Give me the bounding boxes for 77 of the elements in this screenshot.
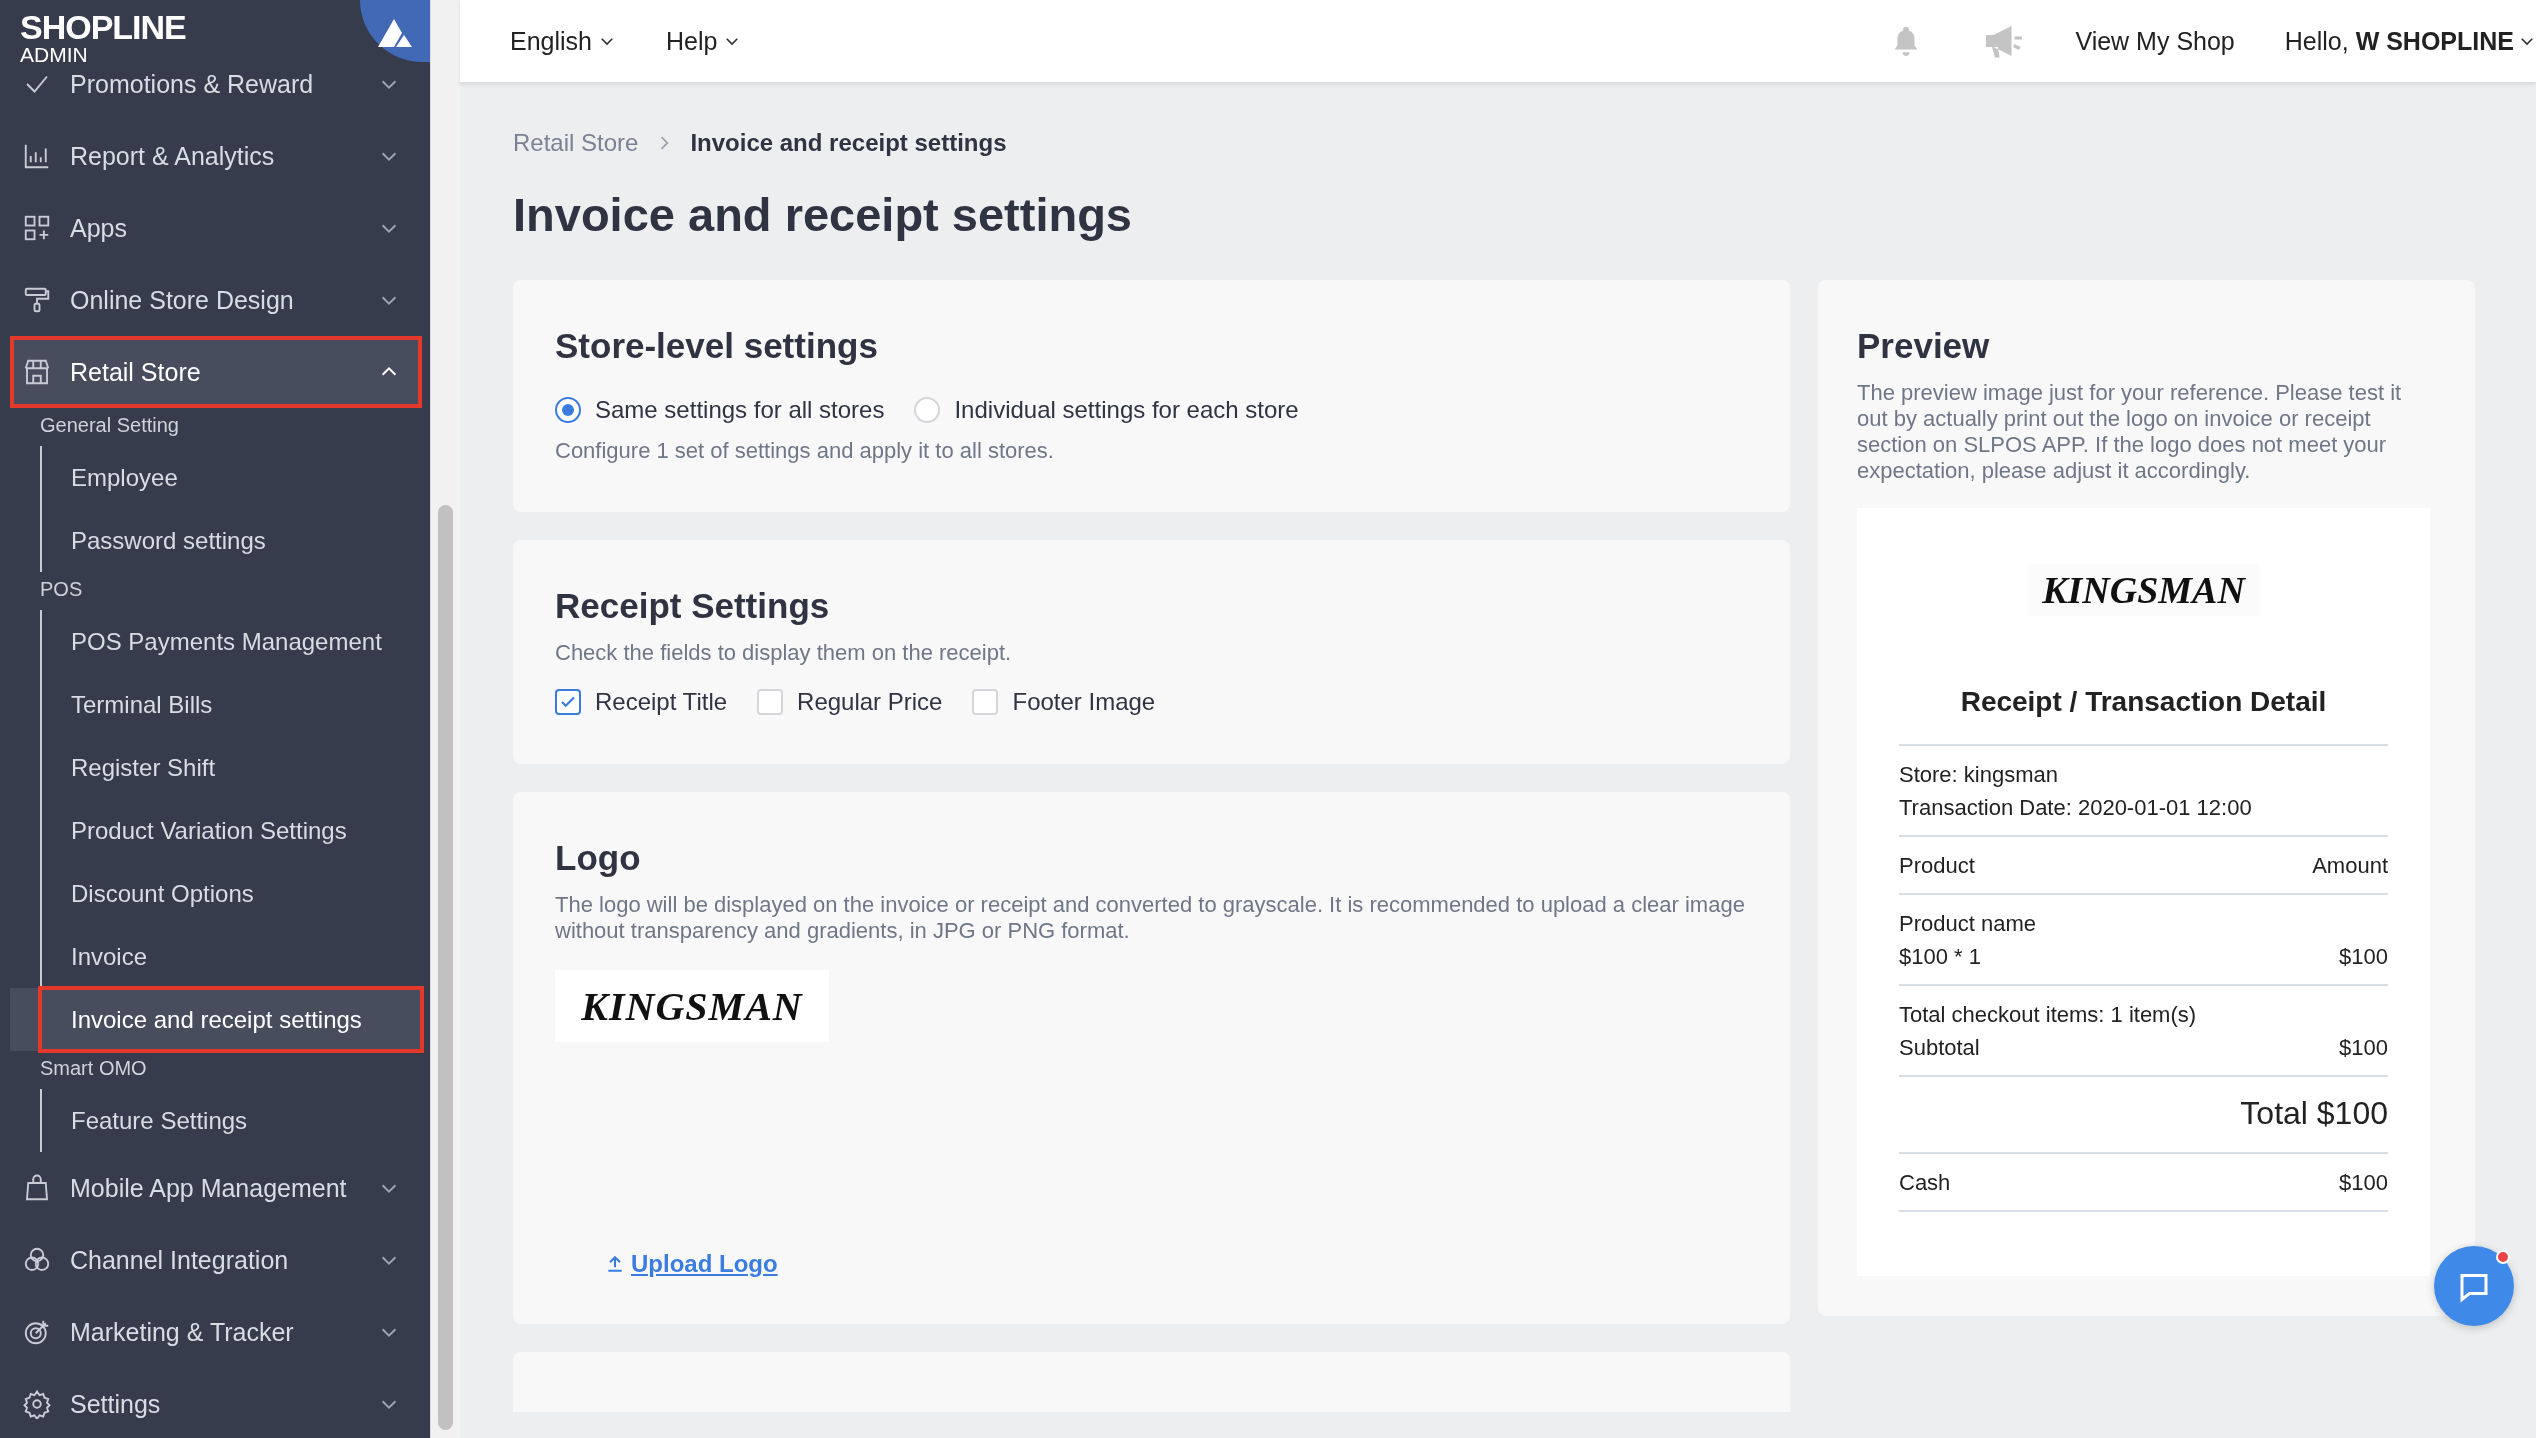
sidebar-menu-item[interactable]: Channel Integration: [0, 1224, 422, 1296]
card-title: Store-level settings: [555, 326, 879, 366]
receipt-text: Product: [1899, 853, 1975, 879]
logo-image: KINGSMAN: [2028, 564, 2259, 616]
receipt-amount: Amount: [2312, 853, 2388, 879]
menu-label: Online Store Design: [70, 285, 295, 315]
receipt-amount: $100: [2339, 944, 2388, 970]
option-label: Footer Image: [1012, 688, 1156, 716]
chat-button[interactable]: [2434, 1246, 2514, 1326]
brand-subtitle: ADMIN: [20, 44, 88, 65]
account-menu[interactable]: Hello, W SHOPLINE: [2284, 26, 2536, 56]
upload-icon: [605, 1254, 625, 1274]
receipt-text: Product name: [1899, 911, 2036, 937]
sidebar-submenu-item[interactable]: Discount Options: [40, 862, 422, 925]
receipt-amount: $100: [2339, 1035, 2388, 1061]
checkbox[interactable]: [555, 689, 581, 715]
checkbox-option[interactable]: Footer Image: [972, 688, 1156, 716]
receipt-text: Cash: [1899, 1170, 1951, 1196]
logo-image: KINGSMAN: [555, 970, 829, 1042]
checkbox-option[interactable]: Receipt Title: [555, 688, 728, 716]
sidebar-menu-item[interactable]: Apps: [0, 192, 422, 264]
sidebar-submenu-item[interactable]: Terminal Bills: [40, 673, 422, 736]
card-title: Preview: [1857, 326, 1991, 366]
scrollbar-thumb[interactable]: [438, 505, 453, 1430]
sidebar-submenu-item[interactable]: Employee: [40, 446, 422, 509]
sidebar-menu-item[interactable]: Report & Analytics: [0, 120, 422, 192]
sidebar-section-heading: Smart OMO: [39, 1056, 148, 1081]
menu-label: Apps: [70, 213, 128, 243]
checkbox-option[interactable]: Regular Price: [757, 688, 943, 716]
gear-icon: [22, 1389, 52, 1419]
apps-icon: [22, 213, 52, 243]
dropdown-menu[interactable]: English: [510, 26, 616, 56]
receipt-amount: $100: [2339, 1170, 2388, 1196]
option-label: Receipt Title: [595, 688, 728, 716]
receipt-text: Transaction Date: 2020-01-01 12:00: [1899, 795, 2252, 821]
card-title: Receipt Settings: [555, 586, 831, 626]
menu-label: Channel Integration: [70, 1245, 290, 1275]
receipt-text: Subtotal: [1899, 1035, 1980, 1061]
receipt-title: Receipt / Transaction Detail: [1959, 686, 2328, 718]
upload-logo-link[interactable]: Upload Logo: [605, 1250, 778, 1278]
menu-label: Mobile App Management: [70, 1173, 348, 1203]
sidebar-section-heading: General Setting: [39, 413, 180, 438]
sidebar-menu-item[interactable]: Marketing & Tracker: [0, 1296, 422, 1368]
sidebar-section-heading: POS: [39, 577, 84, 602]
sidebar-submenu-item[interactable]: Password settings: [40, 509, 422, 572]
hint-text: The logo will be displayed on the invoice or receipt and converted to grayscale. It is recommended to upload a clear image without transparency and gradients, in JPG or PNG format.: [555, 892, 1746, 944]
sidebar-submenu-item[interactable]: POS Payments Management: [40, 610, 422, 673]
breadcrumb-link[interactable]: Invoice and receipt settings: [690, 129, 1007, 157]
sidebar-menu-item[interactable]: Promotions & Reward: [0, 70, 422, 120]
receipt-text: Total checkout items: 1 item(s): [1899, 1002, 2197, 1028]
hint-text: Check the fields to display them on the receipt.: [555, 640, 1013, 666]
sidebar-submenu-item[interactable]: Feature Settings: [40, 1089, 422, 1152]
menu-label: Report & Analytics: [70, 141, 276, 171]
card-title: Logo: [555, 838, 642, 878]
radio-button[interactable]: [555, 397, 581, 423]
sidebar-menu-item[interactable]: Settings: [0, 1368, 422, 1438]
menu-label: Promotions & Reward: [70, 70, 315, 99]
sidebar-submenu-item[interactable]: Product Variation Settings: [40, 799, 422, 862]
sidebar-submenu-item[interactable]: Register Shift: [40, 736, 422, 799]
sidebar-menu-item[interactable]: Mobile App Management: [0, 1152, 422, 1224]
receipt-amount: Total $100: [2240, 1095, 2388, 1132]
receipt-text: $100 * 1: [1899, 944, 1981, 970]
menu-label: Marketing & Tracker: [70, 1317, 295, 1347]
receipt-text: Store: kingsman: [1899, 762, 2058, 788]
store-icon: [22, 357, 52, 387]
paint-roller-icon: [22, 285, 52, 315]
option-label: Regular Price: [797, 688, 943, 716]
hint-text: Configure 1 set of settings and apply it to all stores.: [555, 438, 1055, 464]
page-title: Invoice and receipt settings: [513, 187, 1133, 242]
hint-text: The preview image just for your reference. Please test it out by actually print out the logo on invoice or receipt section on SLPOS APP. If the logo does not meet your expectation, please adjust it accordingly.: [1857, 380, 2403, 484]
menu-label: Settings: [70, 1389, 162, 1419]
brand-name: SHOPLINE: [20, 10, 186, 44]
view-shop-link[interactable]: View My Shop: [2075, 26, 2235, 56]
sidebar-menu-item[interactable]: Online Store Design: [0, 264, 422, 336]
menu-label: Retail Store: [70, 357, 202, 387]
sidebar-menu-item[interactable]: Retail Store: [10, 336, 422, 408]
dropdown-menu[interactable]: Help: [666, 26, 742, 56]
